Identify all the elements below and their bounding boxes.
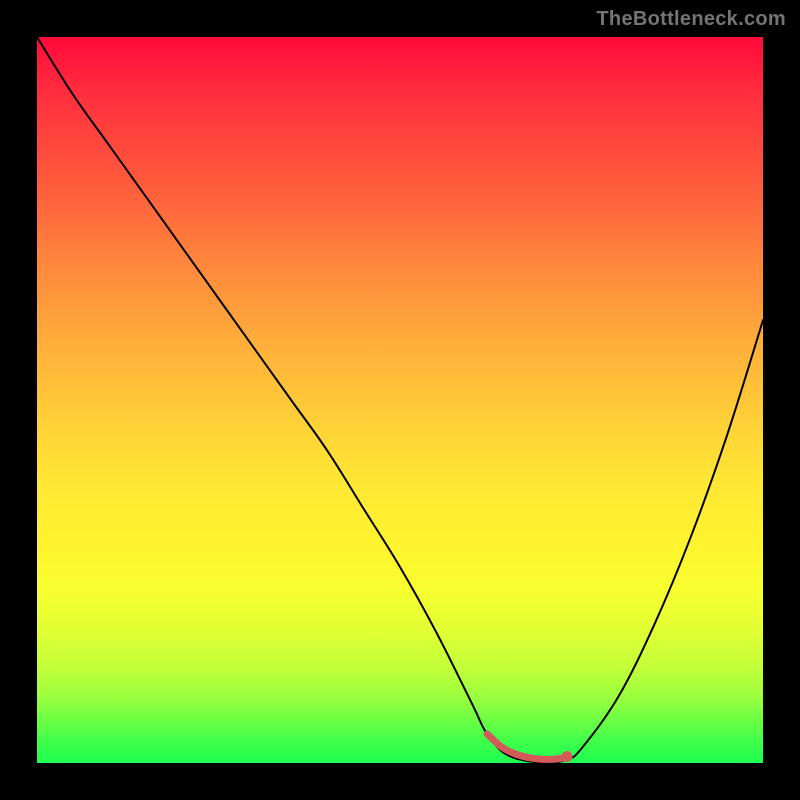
optimal-range-highlight [487, 734, 567, 759]
highlight-end-dot [561, 751, 572, 762]
chart-frame: TheBottleneck.com [0, 0, 800, 800]
bottleneck-curve [37, 37, 763, 763]
plot-area [37, 37, 763, 763]
attribution-text: TheBottleneck.com [596, 8, 786, 31]
chart-svg [37, 37, 763, 763]
